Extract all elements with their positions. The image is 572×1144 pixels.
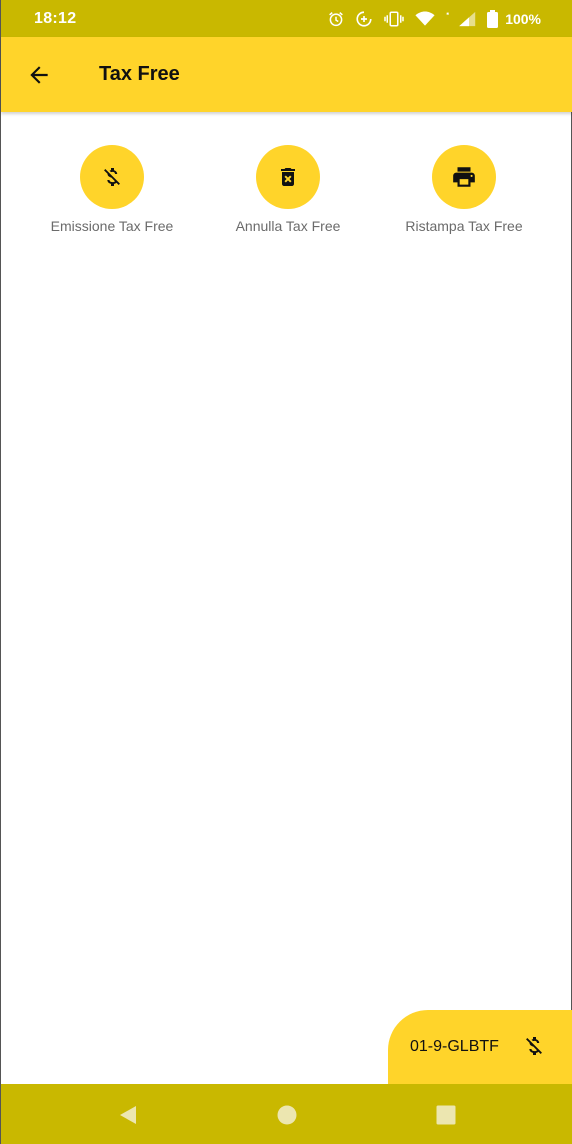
nav-back-button[interactable]	[115, 1102, 141, 1128]
battery-percentage: 100%	[505, 10, 541, 27]
alarm-icon	[327, 10, 345, 28]
action-circle[interactable]	[256, 145, 320, 209]
navigation-bar	[1, 1084, 572, 1144]
signal-icon	[445, 11, 477, 27]
data-saver-icon	[355, 10, 373, 28]
terminal-tab[interactable]: 01-9-GLBTF	[388, 1010, 572, 1084]
delete-forever-icon	[281, 168, 295, 186]
battery-icon	[487, 9, 499, 28]
status-icons: 100%	[327, 9, 541, 28]
action-label: Annulla Tax Free	[235, 218, 341, 234]
terminal-code: 01-9-GLBTF	[410, 1038, 499, 1055]
money-off-icon	[104, 168, 120, 186]
recents-square-icon	[436, 1105, 456, 1125]
nav-home-button[interactable]	[274, 1102, 300, 1128]
issue-tax-free-button[interactable]: Emissione Tax Free	[22, 145, 202, 234]
action-label: Ristampa Tax Free	[405, 218, 523, 234]
money-off-icon	[522, 1034, 546, 1063]
vibrate-icon	[383, 10, 405, 28]
status-time: 18:12	[34, 9, 77, 27]
page-title: Tax Free	[99, 63, 180, 85]
action-circle[interactable]	[80, 145, 144, 209]
wifi-icon	[415, 11, 435, 27]
action-circle[interactable]	[432, 145, 496, 209]
home-circle-icon	[277, 1105, 297, 1125]
nav-recents-button[interactable]	[433, 1102, 459, 1128]
cancel-tax-free-button[interactable]: Annulla Tax Free	[198, 145, 378, 234]
back-button[interactable]	[25, 61, 53, 89]
reprint-tax-free-button[interactable]: Ristampa Tax Free	[374, 145, 554, 234]
action-label: Emissione Tax Free	[50, 218, 174, 234]
app-bar: Tax Free	[1, 37, 572, 112]
print-icon	[453, 167, 475, 187]
status-bar: 18:12 100%	[1, 0, 572, 37]
back-triangle-icon	[120, 1106, 136, 1124]
arrow-back-icon	[30, 66, 48, 84]
